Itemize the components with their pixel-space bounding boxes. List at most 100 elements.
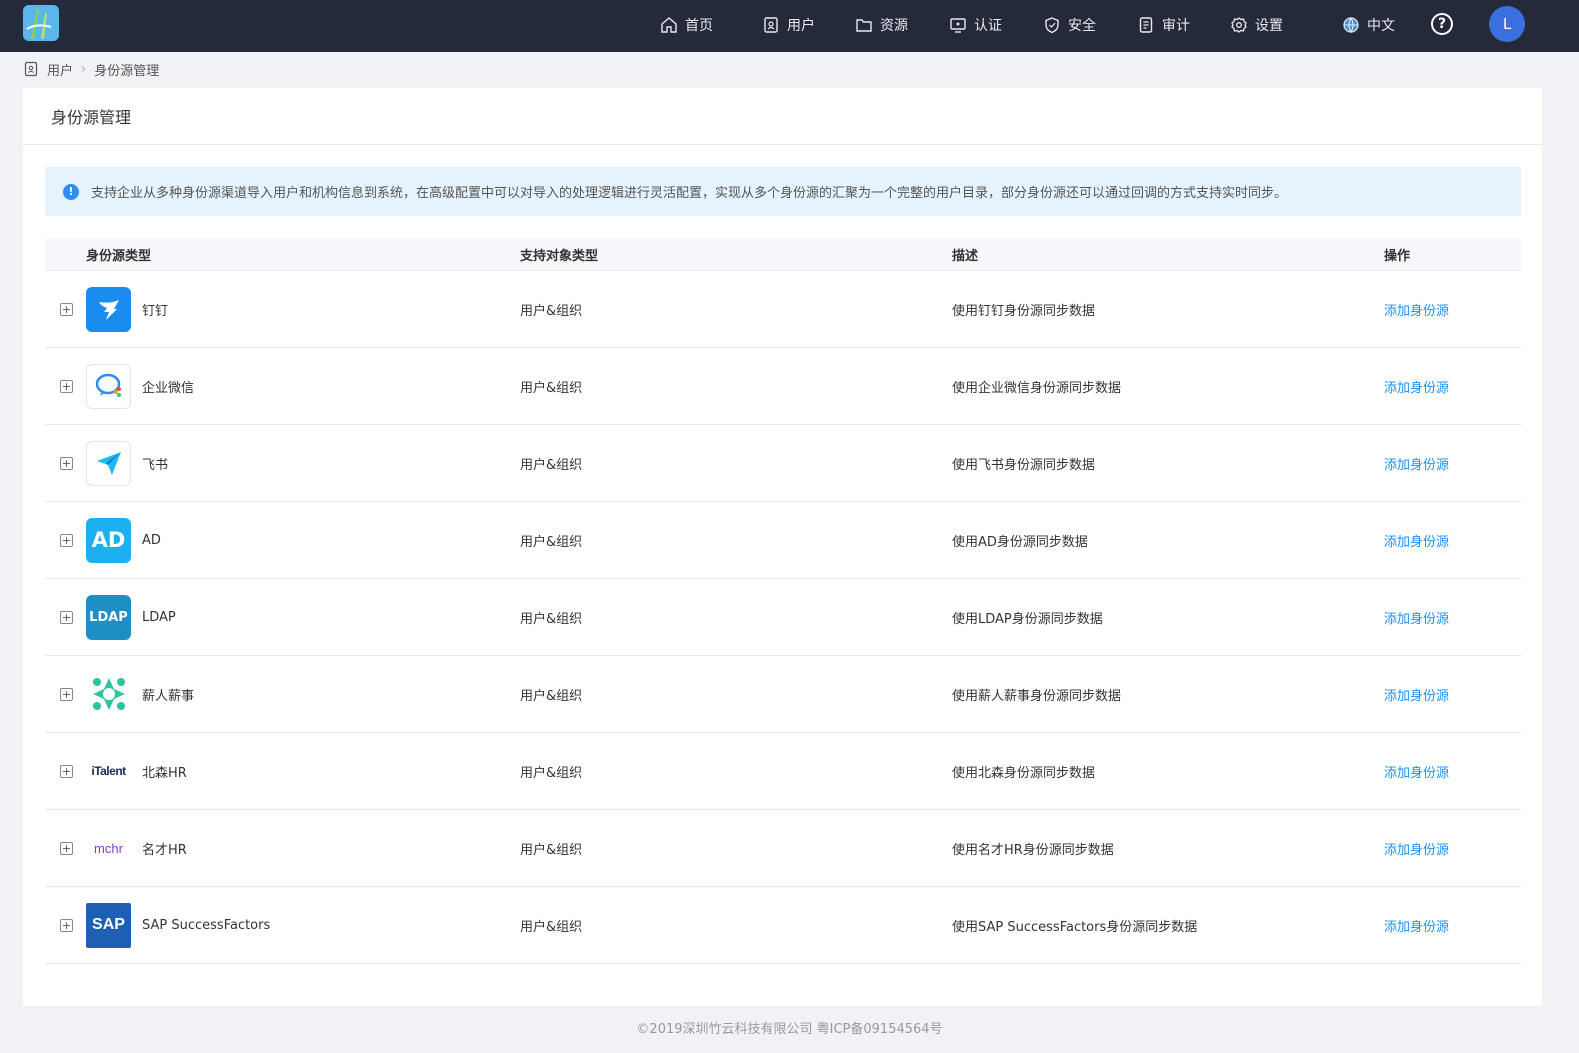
object-type: 用户&组织 [520,534,583,550]
table-row: + LDAP LDAP 用户&组织 使用LDAP身份源同步数据 添加身份源 [45,579,1521,656]
nav-resource[interactable]: 资源 [855,14,908,36]
alert-text: 支持企业从多种身份源渠道导入用户和机构信息到系统，在高级配置中可以对导入的处理逻… [91,186,1288,201]
source-name: 北森HR [142,765,187,781]
table-row: + AD AD 用户&组织 使用AD身份源同步数据 添加身份源 [45,502,1521,579]
nav-auth[interactable]: 认证 [949,14,1002,36]
object-type: 用户&组织 [520,303,583,319]
table-row: + iTalent 北森HR 用户&组织 使用北森身份源同步数据 添加身份源 [45,733,1521,810]
description: 使用飞书身份源同步数据 [952,457,1096,473]
expand-icon[interactable]: + [60,764,73,778]
nav-resource-label: 资源 [880,18,908,34]
description: 使用薪人薪事身份源同步数据 [952,688,1122,704]
add-source-link[interactable]: 添加身份源 [1384,916,1521,935]
avatar[interactable]: L [1489,6,1525,42]
language-switch[interactable]: 中文 [1342,14,1395,36]
breadcrumb: 用户 › 身份源管理 [23,60,160,79]
expand-icon[interactable]: + [60,533,73,547]
source-name: 企业微信 [142,380,195,396]
add-source-link[interactable]: 添加身份源 [1384,839,1521,858]
add-source-link[interactable]: 添加身份源 [1384,685,1521,704]
nav-home[interactable]: 首页 [660,14,713,36]
gear-icon [1231,17,1247,33]
ldap-icon-text: LDAP [89,609,128,625]
breadcrumb-parent[interactable]: 用户 [47,60,73,79]
source-name: LDAP [142,609,176,625]
xinrenxinshi-icon [86,671,131,717]
description: 使用钉钉身份源同步数据 [952,303,1096,319]
help-icon[interactable]: ? [1431,13,1453,35]
italent-icon: iTalent [86,748,131,794]
table-row: + mchr 名才HR 用户&组织 使用名才HR身份源同步数据 添加身份源 [45,810,1521,887]
page-title: 身份源管理 [23,88,1542,145]
monitor-icon [950,18,966,33]
ad-icon-text: AD [91,528,126,552]
nav-user-label: 用户 [787,18,815,34]
nav-audit[interactable]: 审计 [1137,14,1190,36]
nav-home-label: 首页 [685,18,713,34]
expand-icon[interactable]: + [60,841,73,855]
description: 使用北森身份源同步数据 [952,765,1096,781]
source-name: AD [142,532,161,548]
info-alert: ! 支持企业从多种身份源渠道导入用户和机构信息到系统，在高级配置中可以对导入的处… [45,167,1521,216]
description: 使用企业微信身份源同步数据 [952,380,1122,396]
mchr-icon-text: mchr [94,840,123,856]
add-source-link[interactable]: 添加身份源 [1384,608,1521,627]
object-type: 用户&组织 [520,457,583,473]
object-type: 用户&组织 [520,842,583,858]
description: 使用SAP SuccessFactors身份源同步数据 [952,919,1198,935]
footer-copyright: ©2019深圳竹云科技有限公司 粤ICP备09154564号 [636,1022,943,1037]
table-row: + SAP SAP SuccessFactors 用户&组织 使用SAP Suc… [45,887,1521,964]
feishu-icon [86,440,131,486]
expand-icon[interactable]: + [60,687,73,701]
expand-icon[interactable]: + [60,302,73,316]
description: 使用LDAP身份源同步数据 [952,611,1103,627]
expand-icon[interactable]: + [60,610,73,624]
sap-icon-text: SAP [92,916,125,933]
table-row: + 企业微信 用户&组织 使用企业微信身份源同步数据 添加身份源 [45,348,1521,425]
nav-security[interactable]: 安全 [1043,14,1096,36]
nav-settings[interactable]: 设置 [1230,14,1283,36]
chevron-right-icon: › [81,61,87,77]
ldap-icon: LDAP [86,594,131,640]
identity-source-table: 身份源类型 支持对象类型 描述 操作 + 钉钉 用户&组织 使用钉钉身份源同步数… [45,238,1521,964]
add-source-link[interactable]: 添加身份源 [1384,531,1521,550]
globe-icon [1343,17,1359,34]
shield-icon [1045,17,1059,34]
nav-settings-label: 设置 [1255,18,1283,34]
info-icon: ! [63,183,79,200]
description: 使用AD身份源同步数据 [952,534,1088,550]
user-icon [24,61,38,77]
audit-icon [1139,17,1153,33]
table-row: + 飞书 用户&组织 使用飞书身份源同步数据 添加身份源 [45,425,1521,502]
column-header: 身份源类型 [86,248,152,264]
home-icon [661,17,677,33]
nav-user[interactable]: 用户 [762,14,815,36]
expand-icon[interactable]: + [60,918,73,932]
expand-icon[interactable]: + [60,456,73,470]
folder-icon [856,19,872,32]
source-name: 薪人薪事 [142,688,195,704]
add-source-link[interactable]: 添加身份源 [1384,762,1521,781]
table-row: + 钉钉 用户&组织 使用钉钉身份源同步数据 添加身份源 [45,271,1521,348]
nav-auth-label: 认证 [974,18,1002,34]
description: 使用名才HR身份源同步数据 [952,842,1114,858]
expand-icon[interactable]: + [60,379,73,393]
table-header: 身份源类型 支持对象类型 描述 操作 [45,238,1521,271]
add-source-link[interactable]: 添加身份源 [1384,454,1521,473]
object-type: 用户&组织 [520,765,583,781]
user-icon [764,17,778,33]
column-header: 描述 [952,248,979,264]
object-type: 用户&组织 [520,611,583,627]
app-logo[interactable] [23,5,59,41]
top-navigation-bar: 首页 用户 资源 认证 安全 审计 设置 中文 ? L [0,0,1579,52]
object-type: 用户&组织 [520,688,583,704]
language-label: 中文 [1367,18,1395,34]
add-source-link[interactable]: 添加身份源 [1384,300,1521,319]
sap-icon: SAP [86,902,131,948]
table-row: + 薪人薪事 用户&组织 使用薪人薪事身份源同步数据 添加身份源 [45,656,1521,733]
add-source-link[interactable]: 添加身份源 [1384,377,1521,396]
breadcrumb-current: 身份源管理 [94,63,160,79]
dingtalk-icon [86,286,131,332]
column-header: 支持对象类型 [520,248,599,264]
object-type: 用户&组织 [520,919,583,935]
